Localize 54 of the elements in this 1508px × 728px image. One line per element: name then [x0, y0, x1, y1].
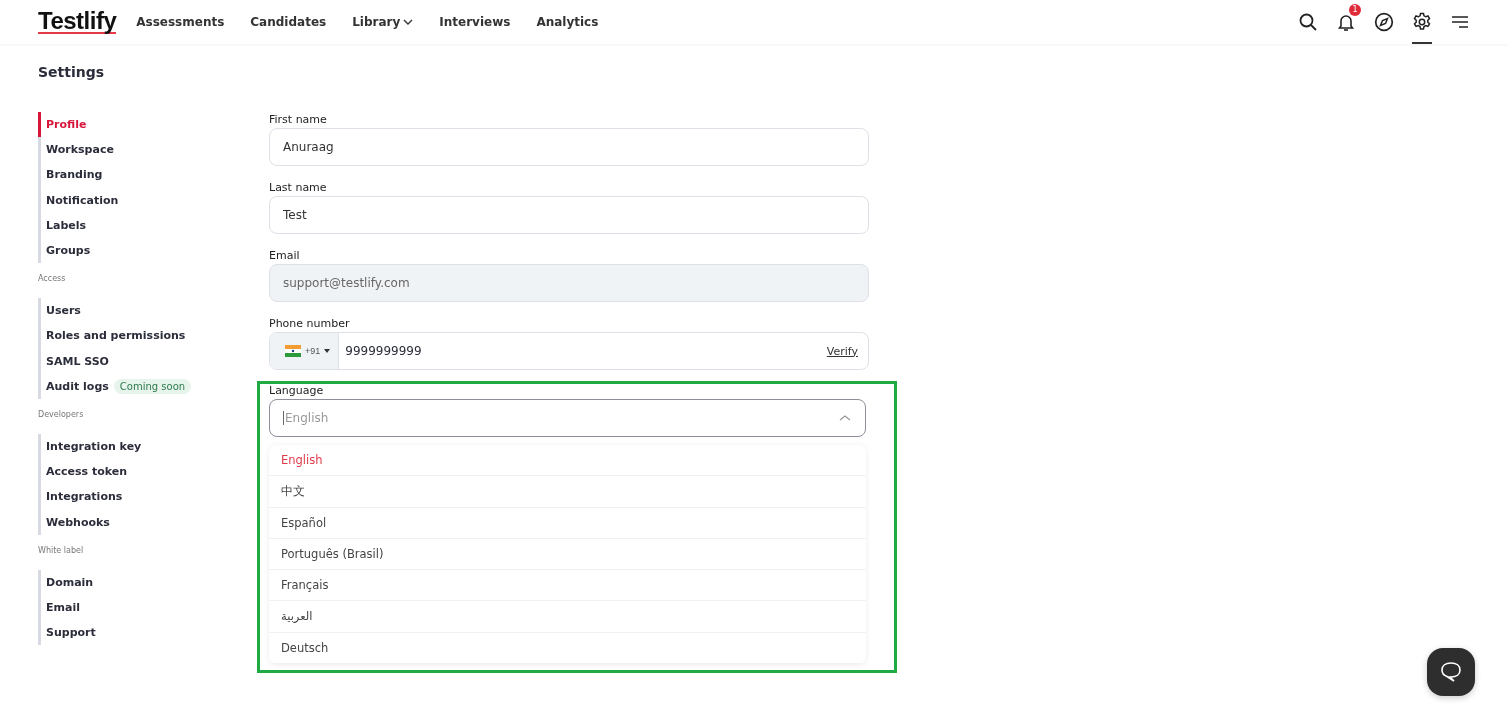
section-heading: Developers — [38, 409, 85, 419]
chevron-icon — [403, 18, 414, 26]
field-label: Phone number — [269, 317, 351, 330]
language-option[interactable]: Français — [269, 570, 866, 602]
chat-button[interactable] — [1427, 648, 1475, 696]
input-field[interactable]: Anuraag — [269, 128, 869, 166]
section-heading: White label — [38, 545, 85, 555]
sidebar-item[interactable]: Access token — [46, 465, 128, 479]
phone-field[interactable]: +91 9999999999 Verify — [269, 332, 869, 370]
testlify-logo[interactable]: Testlify — [38, 10, 117, 34]
input-field[interactable]: Test — [269, 196, 869, 234]
field-label: Language — [269, 384, 325, 397]
language-option[interactable]: 中文 — [269, 476, 866, 508]
language-option[interactable]: Español — [269, 507, 866, 539]
nav-link[interactable]: Library — [352, 15, 414, 29]
sidebar-item[interactable]: Labels — [46, 218, 87, 232]
sidebar-item[interactable]: Integration key — [46, 439, 142, 453]
nav-link[interactable]: Interviews — [439, 15, 511, 29]
section-heading: Access — [38, 274, 67, 284]
sidebar-item[interactable]: Webhooks — [46, 515, 110, 529]
language-option[interactable]: Português (Brasil) — [269, 538, 866, 571]
verify-link[interactable]: Verify — [826, 344, 858, 358]
sidebar-item[interactable]: Notification — [46, 193, 119, 207]
sidebar-item[interactable]: Roles and permissions — [46, 329, 186, 343]
phone-number: 9999999999 — [345, 344, 422, 358]
speech-bubble-icon — [1439, 661, 1463, 683]
page-title: Settings — [38, 64, 106, 80]
caret-icon — [324, 349, 331, 353]
country-code-selector[interactable]: +91 — [270, 333, 340, 369]
sidebar-item[interactable]: SAML SSO — [46, 354, 109, 368]
sidebar-item[interactable]: Domain — [46, 575, 94, 589]
field-label: Email — [269, 249, 301, 262]
nav-link[interactable]: Analytics — [536, 15, 599, 29]
sidebar-item[interactable]: Integrations — [46, 490, 123, 504]
sidebar-item[interactable]: Branding — [46, 168, 103, 182]
sidebar-item[interactable]: Users — [46, 304, 81, 318]
flag-icon — [285, 345, 301, 357]
language-option[interactable]: English — [269, 445, 866, 477]
sidebar-item[interactable]: Email — [46, 600, 80, 614]
sidebar-item[interactable]: Profile — [46, 118, 87, 132]
language-option[interactable]: Deutsch — [269, 632, 866, 665]
sidebar-item[interactable]: Workspace — [46, 143, 114, 157]
chevron-icon — [839, 414, 851, 422]
sidebar-item[interactable]: Audit logs — [46, 379, 109, 393]
nav-link[interactable]: Assessments — [136, 15, 225, 29]
sidebar-item[interactable]: Support — [46, 626, 96, 640]
status-badge: Coming soon — [113, 378, 192, 394]
sidebar-item[interactable]: Groups — [46, 244, 91, 258]
field-label: First name — [269, 113, 328, 126]
select-placeholder: English — [283, 411, 329, 425]
nav-link[interactable]: Candidates — [250, 15, 327, 29]
notification-count: 1 — [1349, 4, 1361, 16]
language-option[interactable]: العربية — [269, 601, 866, 633]
field-label: Last name — [269, 181, 328, 194]
